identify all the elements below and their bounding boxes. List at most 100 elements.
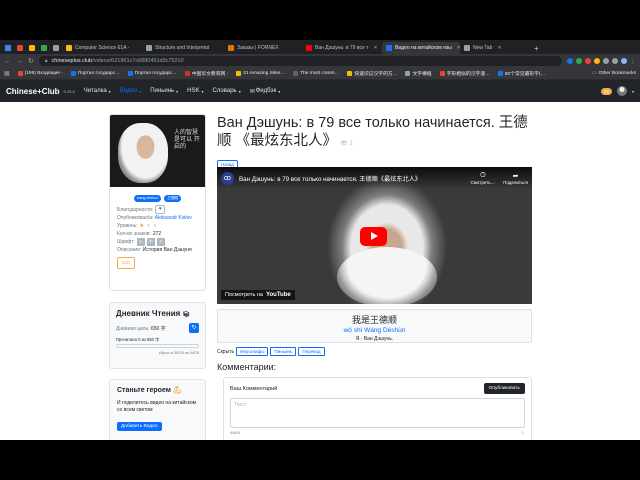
extension-icon[interactable] bbox=[567, 58, 573, 64]
play-button[interactable] bbox=[360, 227, 387, 246]
sentence-hanzi[interactable]: 我是王德顺 bbox=[218, 313, 531, 326]
bookmark-item[interactable]: The most comm… bbox=[293, 71, 339, 76]
star-empty-icon: ★ bbox=[152, 223, 158, 229]
comments-heading: Комментарии: bbox=[217, 362, 277, 372]
bookmark-item[interactable]: 字形相似的汉字速… bbox=[439, 70, 490, 77]
browser-tab[interactable]: Structure and Interpretat bbox=[142, 42, 224, 54]
tag-badge[interactable]: wang deshun bbox=[133, 195, 162, 202]
published-label: Опубликовал/а: bbox=[117, 215, 154, 221]
bookmark-item[interactable]: 快速识记汉字的方… bbox=[347, 70, 397, 77]
forward-arrow-icon[interactable]: → bbox=[16, 58, 23, 65]
browser-tab-pinned[interactable] bbox=[14, 42, 26, 54]
tab-close-icon[interactable]: ✕ bbox=[497, 45, 501, 51]
eye-icon: 👁︎ bbox=[340, 141, 348, 147]
reading-progress-bar bbox=[116, 344, 199, 348]
browser-tab-pinned[interactable] bbox=[2, 42, 14, 54]
star-empty-icon: ★ bbox=[146, 223, 151, 229]
other-bookmarks[interactable]: ▭ Other Bookmarks bbox=[592, 71, 636, 76]
lock-icon: 🔒︎ bbox=[44, 58, 48, 64]
chevron-down-icon: ▾ bbox=[201, 88, 204, 94]
bookmark-item[interactable]: 文字樽植 bbox=[405, 70, 432, 77]
bookmark-favicon-icon bbox=[497, 71, 503, 76]
nav-reader[interactable]: Читалка bbox=[84, 88, 107, 94]
font-label: Шрифт: bbox=[117, 239, 135, 245]
font-size-medium[interactable]: 中 bbox=[146, 238, 155, 246]
watch-on-youtube[interactable]: Посмотреть на YouTube bbox=[221, 290, 295, 300]
browser-tab-pinned[interactable] bbox=[50, 42, 62, 54]
bookmark-item[interactable]: (199) Входящие - bbox=[17, 71, 63, 76]
chevron-down-icon: ▾ bbox=[278, 88, 281, 94]
publisher-link[interactable]: Aleksandr Kislov bbox=[155, 215, 192, 221]
browser-tab-pinned[interactable] bbox=[26, 42, 38, 54]
edit-button[interactable]: Edit bbox=[117, 257, 135, 269]
extension-icon[interactable] bbox=[603, 58, 609, 64]
extension-icon[interactable] bbox=[612, 58, 618, 64]
nav-hsk[interactable]: HSK bbox=[187, 88, 199, 94]
extension-icon[interactable] bbox=[585, 58, 591, 64]
browser-tab-pinned[interactable] bbox=[38, 42, 50, 54]
font-size-large[interactable]: 大 bbox=[156, 238, 165, 246]
player-title[interactable]: Ван Дэшунь: в 79 все только начинается. … bbox=[239, 174, 421, 183]
player-header: ꝏ Ван Дэшунь: в 79 все только начинается… bbox=[217, 167, 532, 189]
bookmarks-bar: ▦ (199) Входящие - Портал государс… Порт… bbox=[0, 68, 640, 80]
refresh-icon[interactable]: ↻ bbox=[189, 323, 199, 333]
heart-icon[interactable]: ♥ bbox=[155, 205, 166, 214]
nav-pinyin[interactable]: Пиньинь bbox=[150, 88, 174, 94]
bookmark-item[interactable]: 80个常见最形字(… bbox=[497, 70, 545, 77]
add-video-button[interactable]: Добавить Видео bbox=[117, 422, 162, 431]
site-logo[interactable]: Chinese+Club 0.29.6 bbox=[6, 87, 75, 96]
bookmark-item[interactable]: Портал государс… bbox=[127, 71, 177, 76]
url-field[interactable]: 🔒︎ chineseplus.club/videos/621961c7c6880… bbox=[38, 56, 562, 66]
apps-grid-icon[interactable]: ▦ bbox=[4, 70, 10, 77]
reload-icon[interactable]: ↻ bbox=[28, 57, 34, 65]
browser-tab[interactable]: Ван Дэшунь: в 79 все т ✕ bbox=[302, 42, 382, 54]
extension-icon[interactable] bbox=[594, 58, 600, 64]
chevron-down-icon: ▾ bbox=[238, 88, 241, 94]
hide-pinyin-button[interactable]: Пиньинь bbox=[270, 347, 297, 356]
comment-textarea[interactable]: Текст bbox=[230, 398, 525, 428]
hide-translation-button[interactable]: Перевод bbox=[298, 347, 325, 356]
thumbnail-calligraphy: 人的智慧 是可以 开启的 bbox=[174, 129, 200, 150]
tag-badge[interactable]: 王德顺 bbox=[164, 195, 182, 202]
video-player[interactable]: ꝏ Ван Дэшунь: в 79 все только начинается… bbox=[217, 167, 532, 304]
hide-hanzi-button[interactable]: Иероглифы bbox=[236, 347, 269, 356]
font-size-small[interactable]: 小 bbox=[136, 238, 145, 246]
chars-value: 272 bbox=[152, 231, 162, 237]
browser-window: Computer Science 61A - Structure and Int… bbox=[0, 40, 640, 440]
bookmark-item[interactable]: Портал государс… bbox=[70, 71, 120, 76]
url-host: chineseplus.club bbox=[51, 58, 93, 64]
extension-icon[interactable] bbox=[576, 58, 582, 64]
bookmark-favicon-icon bbox=[17, 71, 23, 76]
browser-tab[interactable]: New Tab ✕ bbox=[460, 42, 530, 54]
user-avatar[interactable] bbox=[616, 86, 627, 96]
nav-dictionary[interactable]: Словарь bbox=[213, 88, 237, 94]
watch-later-button[interactable]: 🕒︎ Смотреть… bbox=[471, 172, 496, 185]
back-arrow-icon[interactable]: ← bbox=[4, 58, 11, 65]
nav-feedback[interactable]: Фидбэк bbox=[256, 88, 276, 94]
tab-favicon-icon bbox=[386, 45, 392, 51]
browser-tab[interactable]: Заказы | FORNEX bbox=[224, 42, 302, 54]
browser-tab-active[interactable]: Видео на китайском язы ✕ bbox=[382, 42, 460, 54]
bookmark-favicon-icon bbox=[236, 71, 242, 76]
publish-button[interactable]: Опубликовать bbox=[483, 383, 525, 394]
left-sidebar: 人的智慧 是可以 开启的 wang deshun 王德顺 Благодарнос… bbox=[109, 114, 206, 440]
coins-badge[interactable]: 25 bbox=[600, 87, 612, 95]
nav-video[interactable]: Видео bbox=[120, 88, 138, 94]
hero-text: И поделитесь видео на китайском со всем … bbox=[117, 400, 197, 413]
published-row: Опубликовал/а: Aleksandr Kislov bbox=[117, 214, 198, 222]
bookmark-item[interactable]: 21 Amazing Sites… bbox=[236, 71, 285, 76]
profile-avatar-icon[interactable] bbox=[621, 58, 627, 64]
channel-avatar[interactable]: ꝏ bbox=[221, 171, 234, 185]
comment-form-header: Ваш Комментарий Опубликовать bbox=[230, 383, 525, 394]
become-hero-card: Станьте героем 💪︎ И поделитесь видео на … bbox=[109, 379, 206, 440]
tab-close-icon[interactable]: ✕ bbox=[373, 45, 377, 51]
bookmark-item[interactable]: 中国华文教育网 - bbox=[184, 70, 228, 77]
new-tab-button[interactable]: + bbox=[530, 42, 543, 54]
desc-label: Описание: bbox=[117, 247, 142, 253]
portrait-image bbox=[118, 123, 168, 183]
share-button[interactable]: ➦ Поделиться bbox=[503, 172, 528, 185]
emoji-icon[interactable]: ☺ bbox=[520, 430, 525, 436]
player-actions: 🕒︎ Смотреть… ➦ Поделиться bbox=[471, 172, 528, 185]
menu-dots-icon[interactable]: ⋮ bbox=[630, 58, 636, 65]
browser-tab[interactable]: Computer Science 61A - bbox=[62, 42, 142, 54]
